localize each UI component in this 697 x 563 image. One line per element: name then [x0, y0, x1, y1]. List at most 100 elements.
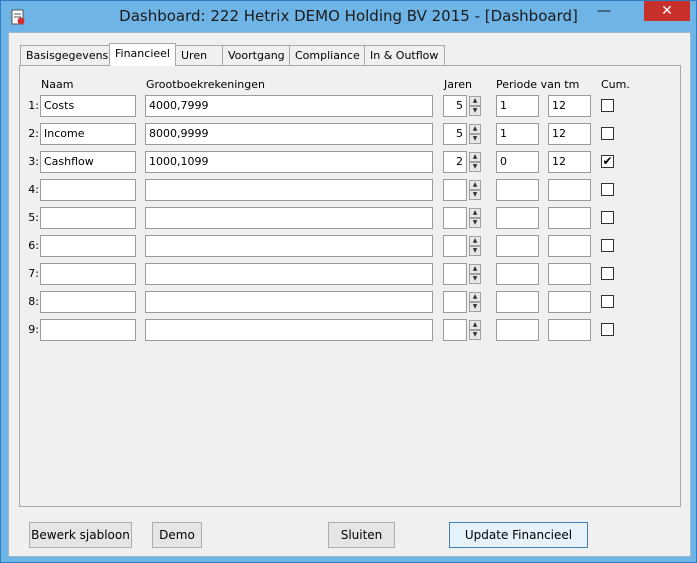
- grootboek-field[interactable]: 8000,9999: [145, 123, 433, 145]
- spin-up-icon[interactable]: ▲: [469, 180, 481, 190]
- periode-van-field[interactable]: 1: [496, 95, 539, 117]
- cum-checkbox[interactable]: [601, 99, 614, 112]
- minimize-button[interactable]: —: [592, 4, 616, 22]
- periode-tm-field[interactable]: 12: [548, 123, 591, 145]
- spin-up-icon[interactable]: ▲: [469, 320, 481, 330]
- grootboek-field[interactable]: [145, 207, 433, 229]
- spin-down-icon[interactable]: ▼: [469, 106, 481, 116]
- close-button[interactable]: ✕: [644, 1, 690, 21]
- row-number: 5:: [28, 211, 39, 224]
- spin-up-icon[interactable]: ▲: [469, 124, 481, 134]
- spin-up-icon[interactable]: ▲: [469, 152, 481, 162]
- jaren-field[interactable]: 2: [443, 151, 467, 173]
- naam-field[interactable]: Income: [40, 123, 136, 145]
- periode-tm-field[interactable]: [548, 207, 591, 229]
- jaren-spinner[interactable]: ▲ ▼: [469, 152, 481, 172]
- jaren-spinner[interactable]: ▲ ▼: [469, 236, 481, 256]
- tab-compliance[interactable]: Compliance: [289, 45, 365, 65]
- sluiten-button[interactable]: Sluiten: [328, 522, 395, 548]
- periode-van-field[interactable]: [496, 263, 539, 285]
- jaren-field[interactable]: [443, 235, 467, 257]
- periode-tm-field[interactable]: [548, 319, 591, 341]
- grootboek-field[interactable]: [145, 291, 433, 313]
- grootboek-field[interactable]: 4000,7999: [145, 95, 433, 117]
- title-bar[interactable]: Dashboard: 222 Hetrix DEMO Holding BV 20…: [1, 1, 696, 32]
- cum-checkbox[interactable]: ✔: [601, 155, 614, 168]
- spin-up-icon[interactable]: ▲: [469, 96, 481, 106]
- grootboek-field[interactable]: [145, 319, 433, 341]
- naam-field[interactable]: [40, 291, 136, 313]
- naam-field[interactable]: Costs: [40, 95, 136, 117]
- grootboek-field[interactable]: 1000,1099: [145, 151, 433, 173]
- jaren-spinner[interactable]: ▲ ▼: [469, 180, 481, 200]
- jaren-spinner[interactable]: ▲ ▼: [469, 320, 481, 340]
- bewerk-sjabloon-button[interactable]: Bewerk sjabloon: [29, 522, 132, 548]
- row-number: 6:: [28, 239, 39, 252]
- naam-field[interactable]: [40, 263, 136, 285]
- spin-down-icon[interactable]: ▼: [469, 190, 481, 200]
- periode-van-field[interactable]: [496, 207, 539, 229]
- periode-van-field[interactable]: [496, 179, 539, 201]
- spin-down-icon[interactable]: ▼: [469, 162, 481, 172]
- grootboek-field[interactable]: [145, 263, 433, 285]
- tab-financieel[interactable]: Financieel: [109, 43, 176, 66]
- jaren-field[interactable]: [443, 291, 467, 313]
- periode-van-field[interactable]: 1: [496, 123, 539, 145]
- periode-tm-field[interactable]: [548, 263, 591, 285]
- grootboek-field[interactable]: [145, 179, 433, 201]
- update-financieel-button[interactable]: Update Financieel: [449, 522, 588, 548]
- periode-tm-field[interactable]: 12: [548, 151, 591, 173]
- tab-in-outflow[interactable]: In & Outflow: [364, 45, 445, 65]
- naam-field[interactable]: [40, 179, 136, 201]
- jaren-spinner[interactable]: ▲ ▼: [469, 264, 481, 284]
- cum-checkbox[interactable]: [601, 239, 614, 252]
- app-window: Dashboard: 222 Hetrix DEMO Holding BV 20…: [0, 0, 697, 563]
- jaren-field[interactable]: [443, 207, 467, 229]
- header-grootboekrekeningen: Grootboekrekeningen: [146, 78, 265, 91]
- jaren-field[interactable]: [443, 319, 467, 341]
- jaren-field[interactable]: 5: [443, 95, 467, 117]
- demo-button[interactable]: Demo: [152, 522, 202, 548]
- tab-basisgegevens[interactable]: Basisgegevens: [20, 45, 110, 65]
- row-number: 4:: [28, 183, 39, 196]
- spin-down-icon[interactable]: ▼: [469, 246, 481, 256]
- spin-down-icon[interactable]: ▼: [469, 330, 481, 340]
- naam-field[interactable]: [40, 319, 136, 341]
- periode-van-field[interactable]: 0: [496, 151, 539, 173]
- naam-field[interactable]: [40, 207, 136, 229]
- cum-checkbox[interactable]: [601, 183, 614, 196]
- cum-checkbox[interactable]: [601, 127, 614, 140]
- spin-up-icon[interactable]: ▲: [469, 264, 481, 274]
- jaren-spinner[interactable]: ▲ ▼: [469, 96, 481, 116]
- periode-tm-field[interactable]: 12: [548, 95, 591, 117]
- jaren-field[interactable]: [443, 179, 467, 201]
- spin-down-icon[interactable]: ▼: [469, 218, 481, 228]
- jaren-field[interactable]: [443, 263, 467, 285]
- periode-van-field[interactable]: [496, 235, 539, 257]
- jaren-spinner[interactable]: ▲ ▼: [469, 292, 481, 312]
- periode-tm-field[interactable]: [548, 179, 591, 201]
- cum-checkbox[interactable]: [601, 295, 614, 308]
- naam-field[interactable]: [40, 235, 136, 257]
- periode-tm-field[interactable]: [548, 235, 591, 257]
- jaren-spinner[interactable]: ▲ ▼: [469, 208, 481, 228]
- spin-up-icon[interactable]: ▲: [469, 236, 481, 246]
- spin-down-icon[interactable]: ▼: [469, 134, 481, 144]
- periode-tm-field[interactable]: [548, 291, 591, 313]
- spin-down-icon[interactable]: ▼: [469, 274, 481, 284]
- naam-field[interactable]: Cashflow: [40, 151, 136, 173]
- periode-van-field[interactable]: [496, 319, 539, 341]
- spin-up-icon[interactable]: ▲: [469, 292, 481, 302]
- jaren-spinner[interactable]: ▲ ▼: [469, 124, 481, 144]
- jaren-field[interactable]: 5: [443, 123, 467, 145]
- tab-uren[interactable]: Uren: [175, 45, 223, 65]
- grootboek-field[interactable]: [145, 235, 433, 257]
- spin-up-icon[interactable]: ▲: [469, 208, 481, 218]
- cum-checkbox[interactable]: [601, 211, 614, 224]
- spin-down-icon[interactable]: ▼: [469, 302, 481, 312]
- row-number: 9:: [28, 323, 39, 336]
- tab-voortgang[interactable]: Voortgang: [222, 45, 290, 65]
- periode-van-field[interactable]: [496, 291, 539, 313]
- cum-checkbox[interactable]: [601, 267, 614, 280]
- cum-checkbox[interactable]: [601, 323, 614, 336]
